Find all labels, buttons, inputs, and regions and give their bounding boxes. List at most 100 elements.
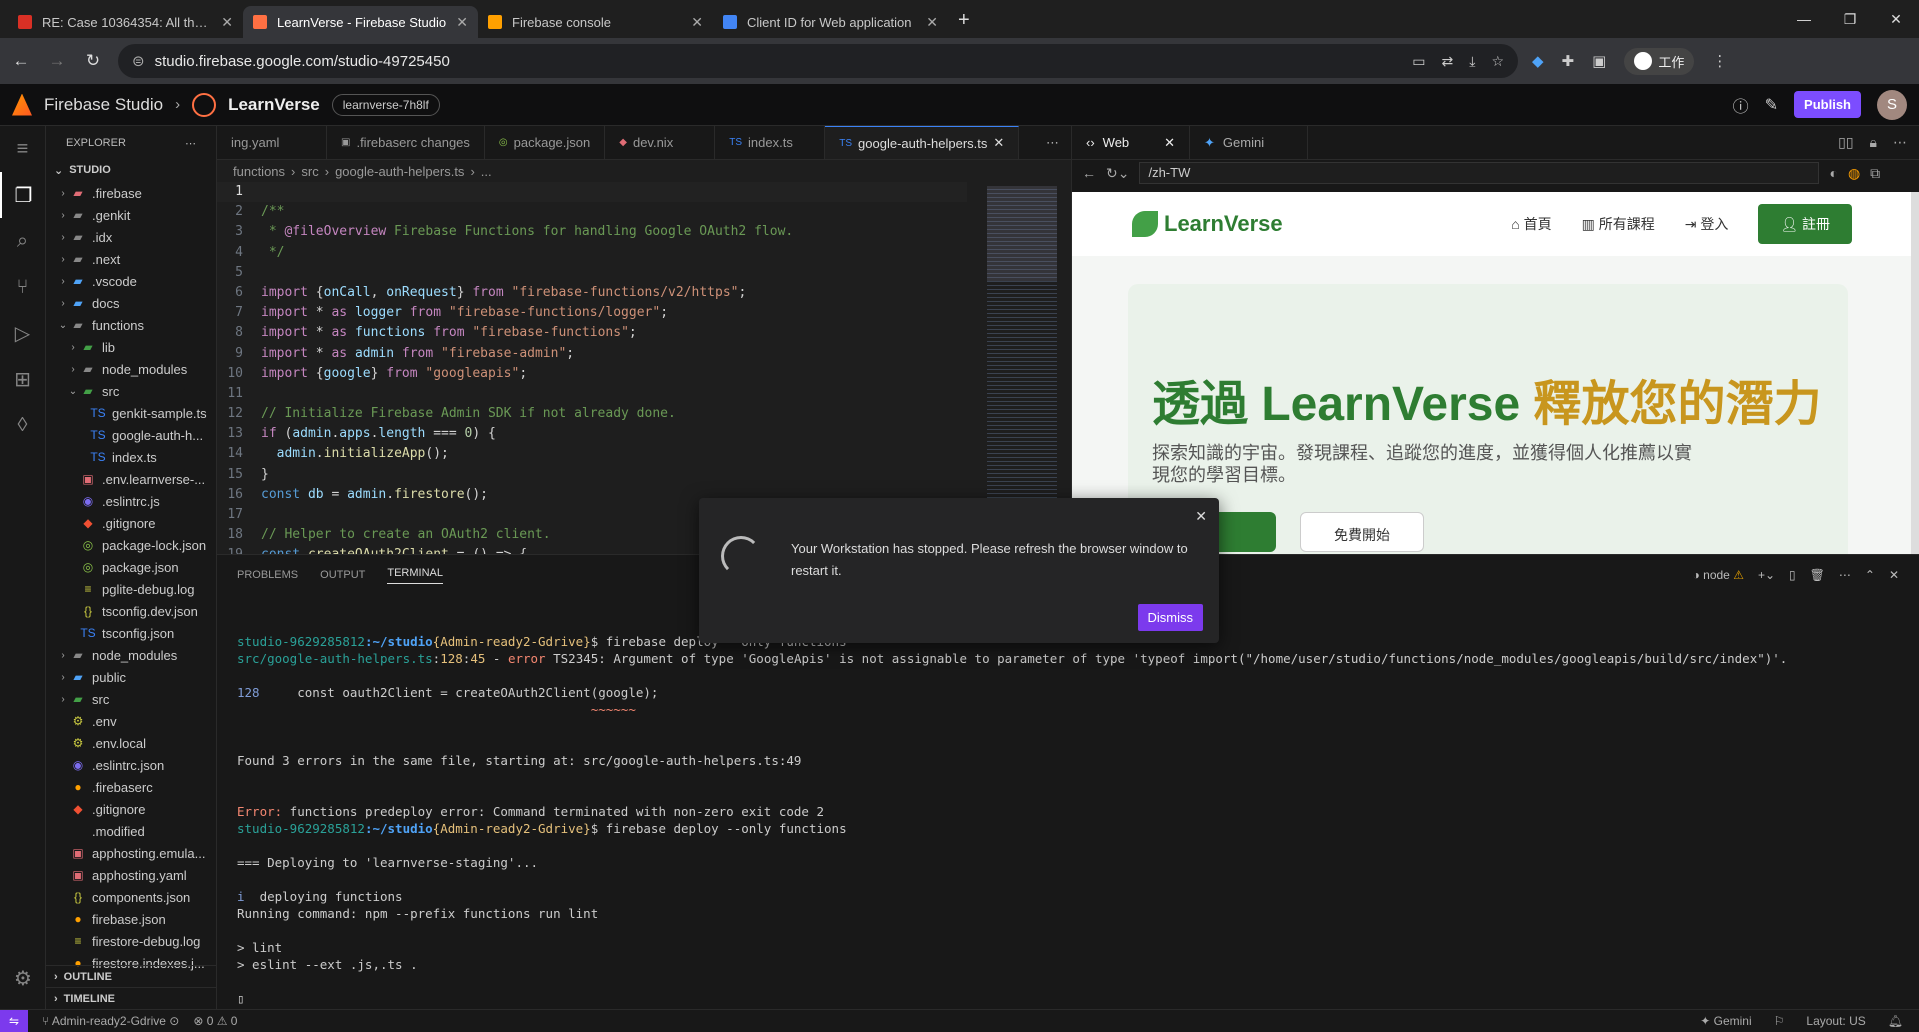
editor-tab[interactable]: TS index.ts (715, 126, 826, 159)
browser-tab[interactable]: Firebase console ✕ (478, 6, 713, 38)
split-terminal-icon[interactable]: ▯ (1789, 568, 1796, 582)
workspace-pill[interactable]: learnverse-7h8lf (331, 93, 440, 116)
bookmark-star-icon[interactable]: ☆ (1491, 53, 1504, 70)
nav-login[interactable]: ⇥ 登入 (1685, 214, 1729, 234)
folder-item[interactable]: ⌄ ▰ functions (46, 314, 216, 336)
translate-icon[interactable]: ⇄ (1442, 53, 1454, 70)
outline-section[interactable]: › OUTLINE (46, 965, 216, 987)
file-item[interactable]: ≡ pglite-debug.log (46, 578, 216, 600)
editor-tab[interactable]: ◆ dev.nix (605, 126, 716, 159)
extensions-icon[interactable]: ⊞ (0, 356, 45, 402)
restore-icon[interactable]: ❐ (1827, 0, 1873, 38)
browser-menu-icon[interactable]: ⋮ (1712, 52, 1727, 70)
maximize-panel-icon[interactable]: ⌃ (1865, 568, 1875, 582)
register-button[interactable]: 👤︎ 註冊 (1758, 204, 1852, 244)
open-external-icon[interactable]: ⧉ (1870, 165, 1880, 182)
puzzle-icon[interactable]: ✚ (1562, 52, 1575, 70)
studio-title[interactable]: Firebase Studio (44, 95, 163, 115)
site-info-icon[interactable]: ⊜ (132, 52, 145, 70)
new-terminal-icon[interactable]: +⌄ (1758, 568, 1775, 582)
preview-path-input[interactable]: /zh-TW (1139, 162, 1820, 184)
file-item[interactable]: ◎ package-lock.json (46, 534, 216, 556)
browser-tab[interactable]: LearnVerse - Firebase Studio ✕ (243, 6, 478, 38)
folder-item[interactable]: › ▰ .genkit (46, 204, 216, 226)
install-icon[interactable]: ⤓ (1469, 53, 1475, 70)
preview-reload-icon[interactable]: ↻⌄ (1106, 165, 1129, 182)
file-item[interactable]: ⚙ .env.local (46, 732, 216, 754)
editor-tab[interactable]: TS google-auth-helpers.ts ✕ (825, 126, 1020, 159)
folder-item[interactable]: ⌄ ▰ src (46, 380, 216, 402)
settings-gear-icon[interactable]: ⚙ (0, 955, 46, 1001)
gemini-status[interactable]: ✦ Gemini (1700, 1014, 1751, 1028)
start-free-button[interactable]: 免費開始 (1300, 512, 1424, 552)
timeline-section[interactable]: › TIMELINE (46, 987, 216, 1009)
lock-icon[interactable]: 🔒︎ (1870, 134, 1877, 151)
menu-icon[interactable]: ≡ (0, 126, 45, 172)
breadcrumb-item[interactable]: ... (481, 164, 492, 179)
file-item[interactable]: TS tsconfig.json (46, 622, 216, 644)
user-avatar[interactable]: S (1877, 89, 1907, 120)
close-icon[interactable]: ✕ (926, 14, 938, 31)
source-control-icon[interactable]: ⑂ (0, 264, 45, 310)
more-icon[interactable]: ⋯ (1893, 134, 1907, 151)
file-item[interactable]: ◉ .eslintrc.js (46, 490, 216, 512)
folder-item[interactable]: › ▰ .next (46, 248, 216, 270)
omnibox[interactable]: ⊜ studio.firebase.google.com/studio-4972… (118, 44, 1518, 78)
breadcrumb-item[interactable]: src (301, 164, 318, 179)
editor-tab[interactable]: ◎ package.json (485, 126, 606, 159)
feedback-icon[interactable]: ⚐ (1774, 1014, 1785, 1028)
terminal-output[interactable]: studio-9629285812:~/studio{Admin-ready2-… (237, 633, 1899, 1007)
back-icon[interactable]: ← (10, 51, 32, 71)
file-item[interactable]: {} components.json (46, 886, 216, 908)
folder-item[interactable]: › ▰ public (46, 666, 216, 688)
file-item[interactable]: ◆ .gitignore (46, 512, 216, 534)
breadcrumb-item[interactable]: functions (233, 164, 285, 179)
folder-item[interactable]: › ▰ docs (46, 292, 216, 314)
minimap[interactable] (987, 186, 1057, 526)
profile-button[interactable]: 工作 (1624, 47, 1695, 75)
file-item[interactable]: ◆ .gitignore (46, 798, 216, 820)
file-item[interactable]: ⚙ .env (46, 710, 216, 732)
folder-item[interactable]: › ▰ src (46, 688, 216, 710)
cast-icon[interactable]: ▭ (1412, 53, 1425, 70)
site-logo[interactable]: LearnVerse (1132, 211, 1283, 237)
search-icon[interactable]: ⌕ (0, 218, 45, 264)
browser-tab[interactable]: RE: Case 10364354: All the rep ✕ (8, 6, 243, 38)
file-item[interactable]: .modified (46, 820, 216, 842)
nav-home[interactable]: ⌂ 首頁 (1511, 214, 1551, 234)
more-icon[interactable]: ⋯ (1839, 568, 1851, 582)
file-item[interactable]: TS genkit-sample.ts (46, 402, 216, 424)
split-icon[interactable]: ▯▯ (1838, 134, 1853, 151)
nav-courses[interactable]: ▥ 所有課程 (1582, 214, 1655, 234)
tab-problems[interactable]: PROBLEMS (237, 569, 298, 581)
workspace-root[interactable]: ⌄ STUDIO (46, 160, 216, 180)
file-item[interactable]: ≡ firestore-debug.log (46, 930, 216, 952)
file-item[interactable]: ◎ package.json (46, 556, 216, 578)
close-icon[interactable]: ✕ (691, 14, 703, 31)
file-item[interactable]: ▣ apphosting.emula... (46, 842, 216, 864)
file-item[interactable]: ◉ .eslintrc.json (46, 754, 216, 776)
extension-icon[interactable]: ◆ (1532, 52, 1544, 70)
forward-icon[interactable]: → (46, 51, 68, 71)
help-icon[interactable]: ⓘ (1733, 93, 1749, 117)
folder-item[interactable]: › ▰ lib (46, 336, 216, 358)
file-item[interactable]: ▣ .env.learnverse-... (46, 468, 216, 490)
folder-item[interactable]: › ▰ .idx (46, 226, 216, 248)
file-item[interactable]: ● .firebaserc (46, 776, 216, 798)
remote-icon[interactable]: ⇋ (0, 1009, 28, 1032)
magic-wand-icon[interactable]: ✎ (1765, 95, 1778, 115)
run-debug-icon[interactable]: ▷ (0, 310, 45, 356)
close-panel-icon[interactable]: ✕ (1889, 568, 1899, 582)
tab-output[interactable]: OUTPUT (320, 569, 365, 581)
file-item[interactable]: TS google-auth-h... (46, 424, 216, 446)
bell-icon[interactable]: 🔔︎ (1888, 1014, 1903, 1028)
trash-icon[interactable]: 🗑︎ (1810, 568, 1825, 582)
branch-indicator[interactable]: ⑂ Admin-ready2-Gdrive ⊙ (42, 1014, 179, 1028)
file-item[interactable]: {} tsconfig.dev.json (46, 600, 216, 622)
breadcrumb-item[interactable]: google-auth-helpers.ts (335, 164, 464, 179)
close-icon[interactable]: ✕ (1195, 508, 1207, 525)
close-window-icon[interactable]: ✕ (1873, 0, 1919, 38)
close-icon[interactable]: ✕ (993, 135, 1004, 151)
editor-tab[interactable]: ing.yaml (217, 126, 327, 159)
terminal-shell[interactable]: ◑ node ⚠ (1693, 568, 1744, 582)
